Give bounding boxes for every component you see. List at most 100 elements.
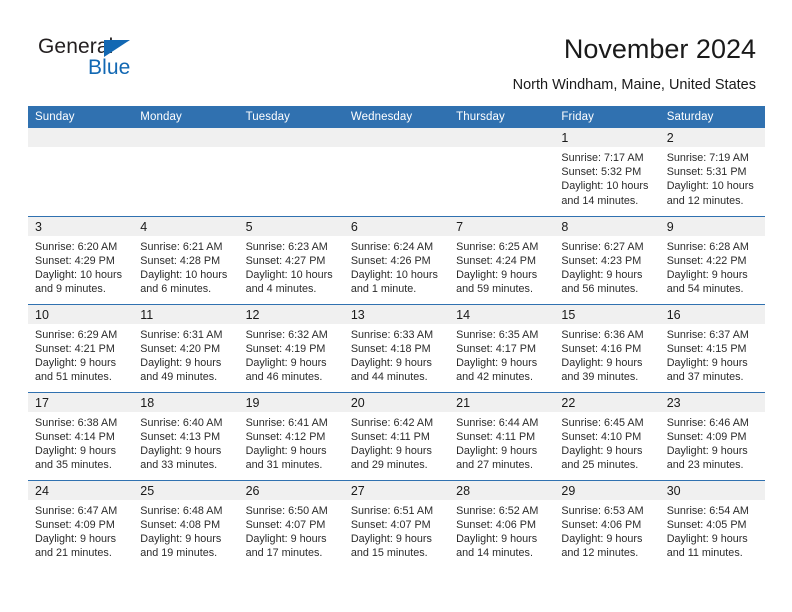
calendar-day-cell[interactable]: 9 Sunrise: 6:28 AM Sunset: 4:22 PM Daylight… [659,215,765,304]
day-number: 3 [28,216,134,236]
calendar-day-cell[interactable]: 7 Sunrise: 6:25 AM Sunset: 4:24 PM Daylight… [449,215,555,304]
calendar-day-cell[interactable]: 28 Sunrise: 6:52 AM Sunset: 4:06 PM Dayligh… [449,479,555,568]
sunset-text: Sunset: 4:09 PM [666,430,747,443]
daylight-text: Daylight: 9 hours and 51 minutes. [35,356,117,384]
daylight-text: Daylight: 9 hours and 42 minutes. [456,356,538,384]
day-sun-info: Sunrise: 6:25 AM Sunset: 4:24 PM Daylight:… [449,236,554,297]
sunset-text: Sunset: 4:14 PM [35,430,115,443]
calendar-day-cell[interactable]: 4 Sunrise: 6:21 AM Sunset: 4:28 PM Daylight… [133,215,239,304]
calendar-day-cell[interactable]: 16 Sunrise: 6:37 AM Sunset: 4:15 PM Dayligh… [659,303,765,392]
day-number [449,128,555,147]
calendar-day-cell[interactable]: 23 Sunrise: 6:46 AM Sunset: 4:09 PM Dayligh… [659,391,765,480]
sunrise-text: Sunrise: 6:20 AM [35,240,118,253]
day-number: 14 [449,304,555,324]
calendar-week-row: 3 Sunrise: 6:20 AM Sunset: 4:29 PM Daylight… [28,215,765,304]
calendar-page: General Blue November 2024 North Windham… [0,0,792,612]
calendar-day-cell[interactable]: 26 Sunrise: 6:50 AM Sunset: 4:07 PM Dayligh… [238,479,344,568]
day-number: 28 [449,480,555,500]
calendar-day-cell[interactable]: 15 Sunrise: 6:36 AM Sunset: 4:16 PM Dayligh… [554,303,660,392]
sunrise-text: Sunrise: 7:17 AM [561,152,644,164]
day-sun-info: Sunrise: 6:31 AM Sunset: 4:20 PM Daylight:… [133,324,238,385]
calendar-day-cell[interactable]: 20 Sunrise: 6:42 AM Sunset: 4:11 PM Dayligh… [343,391,450,480]
sunset-text: Sunset: 5:31 PM [666,166,747,179]
day-number: 12 [238,304,344,324]
calendar-day-cell[interactable]: 12 Sunrise: 6:32 AM Sunset: 4:19 PM Dayligh… [238,303,344,392]
sunrise-text: Sunrise: 6:45 AM [561,416,644,429]
calendar-day-cell[interactable]: 17 Sunrise: 6:38 AM Sunset: 4:14 PM Dayligh… [28,391,134,480]
column-header-saturday: Saturday [659,106,765,128]
calendar-day-cell[interactable]: 10 Sunrise: 6:29 AM Sunset: 4:21 PM Dayligh… [28,303,134,392]
day-number: 25 [133,480,239,500]
calendar-day-cell-empty [238,128,344,216]
sunrise-text: Sunrise: 6:25 AM [456,240,539,253]
calendar-day-cell[interactable]: 6 Sunrise: 6:24 AM Sunset: 4:26 PM Daylight… [343,215,450,304]
day-sun-info: Sunrise: 6:23 AM Sunset: 4:27 PM Daylight:… [239,236,344,297]
calendar-day-cell[interactable]: 2 Sunrise: 7:19 AM Sunset: 5:31 PM Daylight… [659,128,765,216]
daylight-text: Daylight: 9 hours and 19 minutes. [140,532,222,560]
day-sun-info: Sunrise: 6:46 AM Sunset: 4:09 PM Daylight:… [660,412,765,473]
day-number: 6 [343,216,450,236]
daylight-text: Daylight: 9 hours and 49 minutes. [140,356,222,384]
sunrise-text: Sunrise: 6:50 AM [245,504,328,517]
day-sun-info: Sunrise: 6:50 AM Sunset: 4:07 PM Daylight:… [239,500,344,561]
day-sun-info: Sunrise: 6:53 AM Sunset: 4:06 PM Daylight:… [554,500,659,561]
sunset-text: Sunset: 4:19 PM [245,342,326,355]
calendar-day-cell[interactable]: 14 Sunrise: 6:35 AM Sunset: 4:17 PM Dayligh… [449,303,555,392]
daylight-text: Daylight: 10 hours and 14 minutes. [561,180,649,207]
calendar-week-row: 17 Sunrise: 6:38 AM Sunset: 4:14 PM Dayligh… [28,391,765,480]
calendar-day-cell[interactable]: 27 Sunrise: 6:51 AM Sunset: 4:07 PM Dayligh… [343,479,450,568]
daylight-text: Daylight: 9 hours and 33 minutes. [140,444,222,472]
calendar-day-cell[interactable]: 30 Sunrise: 6:54 AM Sunset: 4:05 PM Dayligh… [659,479,765,568]
calendar-day-cell[interactable]: 18 Sunrise: 6:40 AM Sunset: 4:13 PM Dayligh… [133,391,239,480]
calendar-day-cell[interactable]: 24 Sunrise: 6:47 AM Sunset: 4:09 PM Dayligh… [28,479,134,568]
calendar-day-cell-empty [28,128,134,216]
sunrise-text: Sunrise: 6:48 AM [140,504,223,517]
sunrise-text: Sunrise: 6:41 AM [245,416,328,429]
calendar-day-cell[interactable]: 19 Sunrise: 6:41 AM Sunset: 4:12 PM Dayligh… [238,391,344,480]
day-number: 17 [28,392,134,412]
day-number: 8 [554,216,660,236]
column-header-friday: Friday [554,106,660,128]
day-sun-info: Sunrise: 6:48 AM Sunset: 4:08 PM Daylight:… [133,500,238,561]
daylight-text: Daylight: 9 hours and 12 minutes. [561,532,643,560]
daylight-text: Daylight: 9 hours and 14 minutes. [456,532,538,560]
column-header-thursday: Thursday [449,106,555,128]
day-number: 26 [238,480,344,500]
calendar-week-row: 1 Sunrise: 7:17 AM Sunset: 5:32 PM Daylight… [28,128,765,216]
day-sun-info: Sunrise: 7:19 AM Sunset: 5:31 PM Daylight:… [660,147,765,208]
daylight-text: Daylight: 9 hours and 29 minutes. [350,444,432,472]
calendar-day-cell[interactable]: 11 Sunrise: 6:31 AM Sunset: 4:20 PM Dayligh… [133,303,239,392]
sunrise-text: Sunrise: 6:40 AM [140,416,223,429]
day-sun-info: Sunrise: 6:20 AM Sunset: 4:29 PM Daylight:… [28,236,133,297]
day-sun-info: Sunrise: 6:29 AM Sunset: 4:21 PM Daylight:… [28,324,133,385]
day-sun-info: Sunrise: 6:54 AM Sunset: 4:05 PM Daylight:… [660,500,765,561]
sunrise-text: Sunrise: 6:53 AM [561,504,644,517]
calendar-day-cell[interactable]: 25 Sunrise: 6:48 AM Sunset: 4:08 PM Dayligh… [133,479,239,568]
day-number: 11 [133,304,239,324]
calendar-day-cell-empty [343,128,450,216]
general-blue-logo[interactable]: General Blue [38,35,178,87]
day-number [343,128,450,147]
sunset-text: Sunset: 4:05 PM [666,518,747,531]
calendar-day-cell[interactable]: 22 Sunrise: 6:45 AM Sunset: 4:10 PM Dayligh… [554,391,660,480]
sunset-text: Sunset: 4:11 PM [350,430,430,443]
calendar-day-cell[interactable]: 21 Sunrise: 6:44 AM Sunset: 4:11 PM Dayligh… [449,391,555,480]
day-number: 30 [659,480,765,500]
calendar-day-cell[interactable]: 8 Sunrise: 6:27 AM Sunset: 4:23 PM Daylight… [554,215,660,304]
calendar-day-cell[interactable]: 1 Sunrise: 7:17 AM Sunset: 5:32 PM Daylight… [554,128,660,216]
daylight-text: Daylight: 9 hours and 54 minutes. [666,268,748,296]
day-number: 4 [133,216,239,236]
calendar-day-cell[interactable]: 3 Sunrise: 6:20 AM Sunset: 4:29 PM Daylight… [28,215,134,304]
sunrise-text: Sunrise: 6:52 AM [456,504,539,517]
day-sun-info: Sunrise: 6:37 AM Sunset: 4:15 PM Daylight:… [660,324,765,385]
sunset-text: Sunset: 4:21 PM [35,342,115,355]
sunrise-text: Sunrise: 6:35 AM [456,328,539,341]
day-number: 19 [238,392,344,412]
calendar-day-cell[interactable]: 13 Sunrise: 6:33 AM Sunset: 4:18 PM Dayligh… [343,303,450,392]
sunrise-text: Sunrise: 6:31 AM [140,328,223,341]
calendar-day-cell[interactable]: 29 Sunrise: 6:53 AM Sunset: 4:06 PM Dayligh… [554,479,660,568]
daylight-text: Daylight: 10 hours and 6 minutes. [140,268,228,296]
sunset-text: Sunset: 4:07 PM [350,518,431,531]
calendar-day-cell[interactable]: 5 Sunrise: 6:23 AM Sunset: 4:27 PM Daylight… [238,215,344,304]
day-number: 16 [659,304,765,324]
